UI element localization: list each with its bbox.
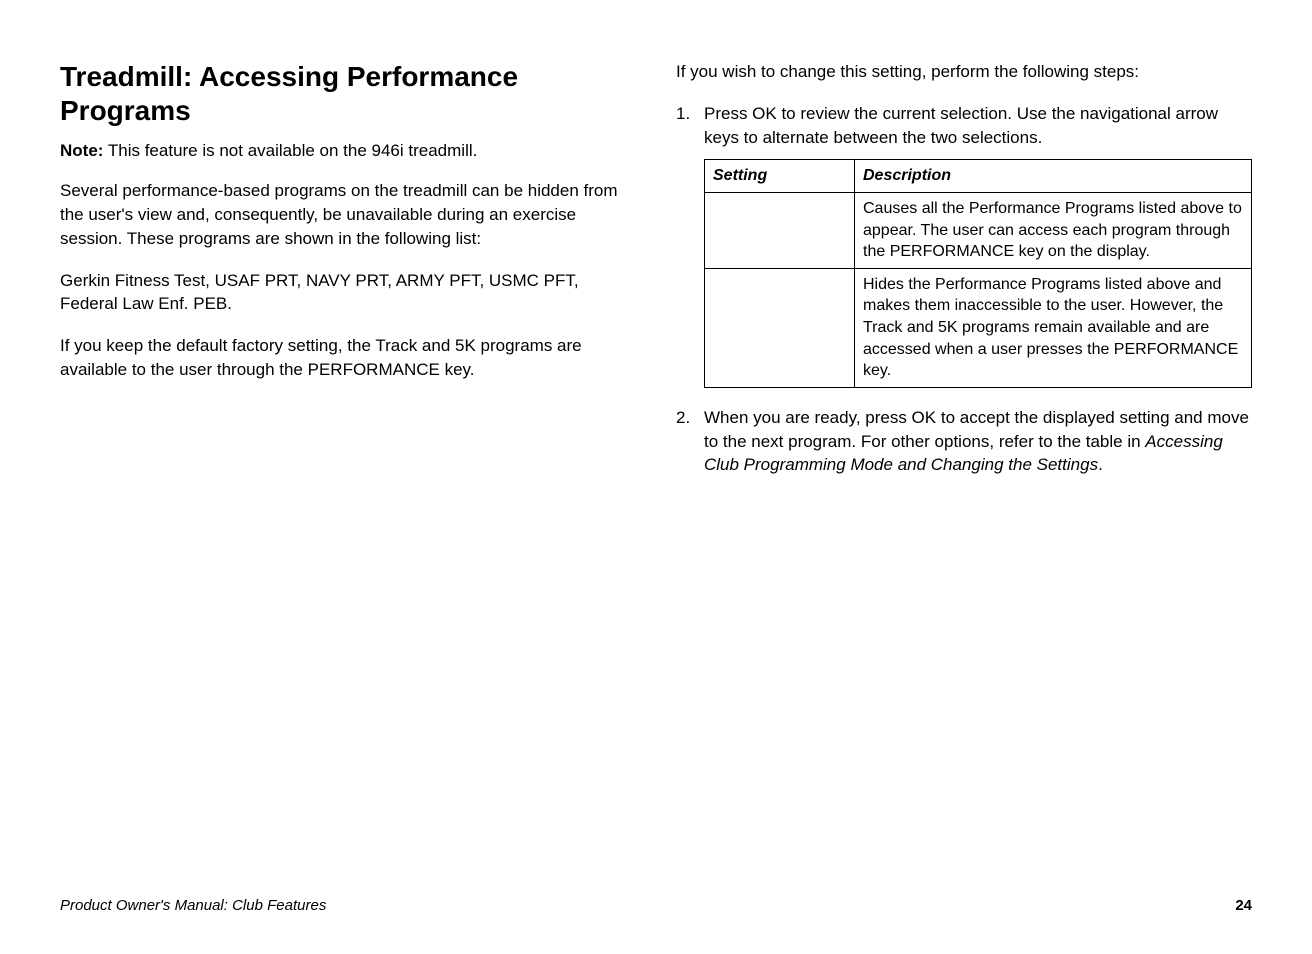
table-row: Hides the Performance Programs listed ab… [705, 268, 1252, 387]
table-cell-setting-1 [705, 192, 855, 268]
table-header-setting: Setting [705, 160, 855, 193]
body-paragraph-3: If you keep the default factory setting,… [60, 334, 636, 382]
footer-title: Product Owner's Manual: Club Features [60, 897, 326, 914]
table-header-row: Setting Description [705, 160, 1252, 193]
step-2-text-c: . [1098, 455, 1103, 474]
table-cell-setting-2 [705, 268, 855, 387]
page-footer: Product Owner's Manual: Club Features 24 [60, 897, 1252, 914]
note-text: This feature is not available on the 946… [103, 141, 477, 160]
step-2: 2. When you are ready, press OK to accep… [676, 406, 1252, 477]
left-column: Treadmill: Accessing Performance Program… [60, 60, 636, 489]
step-1-text-a: Press OK to review the current [704, 104, 940, 123]
page-content: Treadmill: Accessing Performance Program… [0, 0, 1312, 489]
page-heading: Treadmill: Accessing Performance Program… [60, 60, 636, 127]
note-label: Note: [60, 141, 103, 160]
table-cell-desc-2: Hides the Performance Programs listed ab… [855, 268, 1252, 387]
table-header-description: Description [855, 160, 1252, 193]
body-paragraph-1: Several performance-based programs on th… [60, 179, 636, 250]
body-paragraph-2: Gerkin Fitness Test, USAF PRT, NAVY PRT,… [60, 269, 636, 317]
step-2-number: 2. [676, 406, 690, 430]
table-row: Causes all the Performance Programs list… [705, 192, 1252, 268]
footer-page-number: 24 [1235, 897, 1252, 914]
table-cell-desc-1: Causes all the Performance Programs list… [855, 192, 1252, 268]
right-intro: If you wish to change this setting, perf… [676, 60, 1252, 84]
steps-list: 1. Press OK to review the current select… [676, 102, 1252, 477]
settings-table: Setting Description Causes all the Perfo… [704, 159, 1252, 387]
note-paragraph: Note: This feature is not available on t… [60, 141, 636, 161]
step-1-number: 1. [676, 102, 690, 126]
step-1-text: Press OK to review the current selection… [704, 102, 1252, 150]
step-1: 1. Press OK to review the current select… [676, 102, 1252, 388]
right-column: If you wish to change this setting, perf… [676, 60, 1252, 489]
